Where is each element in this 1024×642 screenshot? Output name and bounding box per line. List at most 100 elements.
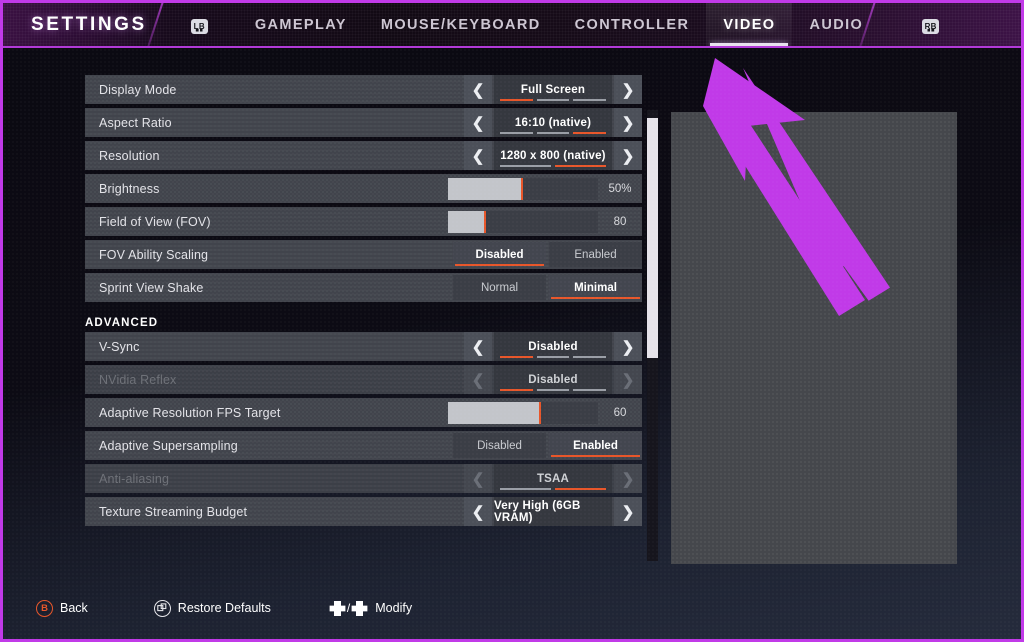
- decrement-arrow-icon[interactable]: ❮: [464, 497, 492, 526]
- setting-value[interactable]: 16:10 (native): [494, 108, 612, 137]
- setting-row[interactable]: Adaptive Supersampling Disabled Enabled: [85, 431, 642, 460]
- value-segment: [536, 99, 570, 101]
- value-segment: [573, 132, 607, 134]
- increment-arrow-icon[interactable]: ❯: [614, 365, 642, 394]
- toggle-option[interactable]: Normal: [453, 275, 546, 300]
- value-segment: [500, 356, 533, 358]
- slider-value-text: 50%: [608, 182, 632, 195]
- setting-label: Adaptive Resolution FPS Target: [99, 405, 281, 420]
- settings-scrollbar-thumb[interactable]: [647, 118, 658, 358]
- lb-button-icon: LB: [190, 18, 208, 34]
- tab-mouse-keyboard[interactable]: MOUSE/KEYBOARD: [364, 3, 558, 46]
- setting-row[interactable]: V-Sync ❮ Disabled ❯: [85, 332, 642, 361]
- back-button[interactable]: B Back: [36, 599, 88, 617]
- setting-label: FOV Ability Scaling: [99, 247, 209, 262]
- restore-defaults-button[interactable]: Restore Defaults: [153, 599, 271, 617]
- value-segment: [573, 99, 607, 101]
- value-segments: [500, 99, 607, 101]
- decrement-arrow-icon[interactable]: ❮: [464, 464, 492, 493]
- value-segments: [500, 389, 607, 391]
- rb-button-icon: RB: [922, 18, 940, 34]
- setting-value[interactable]: Disabled: [494, 332, 612, 361]
- toggle-option[interactable]: Disabled: [453, 433, 546, 458]
- toggle-option-label: Minimal: [574, 281, 617, 294]
- tab-video[interactable]: VIDEO: [706, 3, 793, 46]
- setting-value[interactable]: TSAA: [494, 464, 612, 493]
- setting-row[interactable]: Anti-aliasing ❮ TSAA ❯: [85, 464, 642, 493]
- value-segment: [500, 389, 533, 391]
- increment-arrow-icon[interactable]: ❯: [614, 75, 642, 104]
- setting-row[interactable]: Aspect Ratio ❮ 16:10 (native) ❯: [85, 108, 642, 137]
- slider-value-text: 80: [613, 215, 627, 228]
- decrement-arrow-icon[interactable]: ❮: [464, 141, 492, 170]
- decrement-arrow-icon[interactable]: ❮: [464, 75, 492, 104]
- increment-arrow-icon[interactable]: ❯: [614, 497, 642, 526]
- value-segment: [555, 165, 606, 167]
- setting-row[interactable]: FOV Ability Scaling Disabled Enabled: [85, 240, 642, 269]
- settings-footer: B Back Restore Defaults / Modify: [3, 591, 1021, 625]
- setting-label: Adaptive Supersampling: [99, 438, 238, 453]
- setting-value[interactable]: Full Screen: [494, 75, 612, 104]
- setting-row[interactable]: Field of View (FOV) 80: [85, 207, 642, 236]
- left-bumper-hint: LB: [190, 16, 208, 34]
- decrement-arrow-icon[interactable]: ❮: [464, 365, 492, 394]
- increment-arrow-icon[interactable]: ❯: [614, 464, 642, 493]
- setting-value-text: 16:10 (native): [514, 116, 592, 129]
- setting-label: Anti-aliasing: [99, 471, 170, 486]
- dpad-left-icon: [329, 600, 346, 616]
- modify-separator: /: [346, 601, 351, 615]
- toggle-option[interactable]: Enabled: [549, 433, 642, 458]
- setting-value-text: TSAA: [536, 472, 570, 485]
- slider-fill: [448, 210, 486, 233]
- setting-value[interactable]: Very High (6GB VRAM): [494, 497, 612, 526]
- decrement-arrow-icon[interactable]: ❮: [464, 108, 492, 137]
- value-segment: [500, 99, 533, 101]
- dpad-right-icon: [351, 600, 368, 616]
- setting-slider[interactable]: [448, 177, 598, 200]
- section-header-label: ADVANCED: [85, 317, 159, 329]
- page-title: SETTINGS: [31, 13, 147, 35]
- setting-row[interactable]: Adaptive Resolution FPS Target 60: [85, 398, 642, 427]
- toggle-option[interactable]: Enabled: [549, 242, 642, 267]
- setting-control: ❮ 16:10 (native) ❯: [464, 108, 642, 137]
- decrement-arrow-icon[interactable]: ❮: [464, 332, 492, 361]
- value-segment: [536, 389, 570, 391]
- increment-arrow-icon[interactable]: ❯: [614, 108, 642, 137]
- setting-control: ❮ Disabled ❯: [464, 365, 642, 394]
- increment-arrow-icon[interactable]: ❯: [614, 141, 642, 170]
- setting-row[interactable]: Display Mode ❮ Full Screen ❯: [85, 75, 642, 104]
- view-button-icon: [153, 599, 171, 617]
- dpad-left-right-icons: /: [329, 600, 368, 616]
- setting-row[interactable]: NVidia Reflex ❮ Disabled ❯: [85, 365, 642, 394]
- value-segment: [500, 132, 533, 134]
- toggle-option-label: Disabled: [475, 248, 524, 261]
- modify-button[interactable]: / Modify: [329, 600, 412, 616]
- settings-scrollbar-track[interactable]: [647, 110, 658, 561]
- setting-value[interactable]: Disabled: [494, 365, 612, 394]
- setting-row[interactable]: Sprint View Shake Normal Minimal: [85, 273, 642, 302]
- toggle-option[interactable]: Disabled: [453, 242, 546, 267]
- value-segment: [573, 356, 607, 358]
- setting-row[interactable]: Resolution ❮ 1280 x 800 (native) ❯: [85, 141, 642, 170]
- value-segment: [555, 488, 606, 490]
- setting-row[interactable]: Texture Streaming Budget ❮ Very High (6GB …: [85, 497, 642, 526]
- video-preview-panel: [671, 112, 957, 564]
- toggle-option[interactable]: Minimal: [549, 275, 642, 300]
- setting-label: Brightness: [99, 181, 160, 196]
- increment-arrow-icon[interactable]: ❯: [614, 332, 642, 361]
- settings-list[interactable]: Display Mode ❮ Full Screen ❯ Aspect Ratio ❮ 16…: [85, 75, 642, 553]
- game-settings-screen: SETTINGS LB GAMEPLAY MOUSE/KEYBOARD CONT…: [0, 0, 1024, 642]
- setting-control: Normal Minimal: [450, 273, 642, 302]
- tab-controller[interactable]: CONTROLLER: [558, 3, 707, 46]
- setting-row[interactable]: Brightness 50%: [85, 174, 642, 203]
- tab-gameplay[interactable]: GAMEPLAY: [238, 3, 364, 46]
- toggle-option-label: Enabled: [573, 439, 618, 452]
- setting-slider[interactable]: [448, 401, 598, 424]
- setting-slider[interactable]: [448, 210, 598, 233]
- setting-control: ❮ TSAA ❯: [464, 464, 642, 493]
- toggle-option-label: Disabled: [477, 439, 522, 452]
- setting-label: Sprint View Shake: [99, 280, 204, 295]
- setting-label: Display Mode: [99, 82, 177, 97]
- tab-audio[interactable]: AUDIO: [792, 3, 880, 46]
- setting-value[interactable]: 1280 x 800 (native): [494, 141, 612, 170]
